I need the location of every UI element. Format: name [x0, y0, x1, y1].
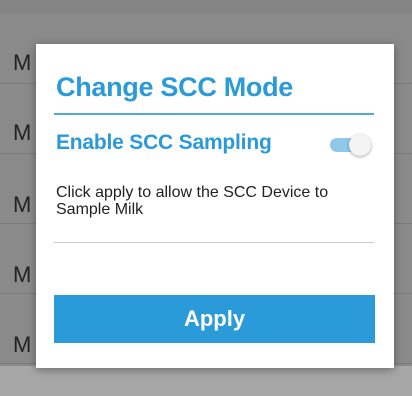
list-item-label: M	[13, 332, 32, 357]
list-item-label: M	[13, 50, 32, 75]
enable-scc-sampling-label: Enable SCC Sampling	[56, 131, 272, 154]
description-divider	[54, 242, 374, 243]
dialog-title: Change SCC Mode	[56, 72, 294, 102]
dialog-description: Click apply to allow the SCC Device to S…	[56, 184, 329, 218]
enable-scc-sampling-row: Enable SCC Sampling	[56, 128, 374, 158]
list-item-label: M	[13, 120, 32, 145]
background-top-strip	[0, 0, 412, 14]
title-divider	[54, 113, 374, 115]
enable-scc-sampling-switch[interactable]	[330, 134, 372, 156]
background-bottom-strip	[0, 366, 412, 396]
list-item-label: M	[13, 192, 32, 217]
change-scc-mode-dialog: Change SCC Mode Enable SCC Sampling Clic…	[36, 44, 394, 368]
switch-thumb[interactable]	[349, 134, 371, 156]
apply-button[interactable]: Apply	[54, 295, 375, 343]
list-item-label: M	[13, 262, 32, 287]
